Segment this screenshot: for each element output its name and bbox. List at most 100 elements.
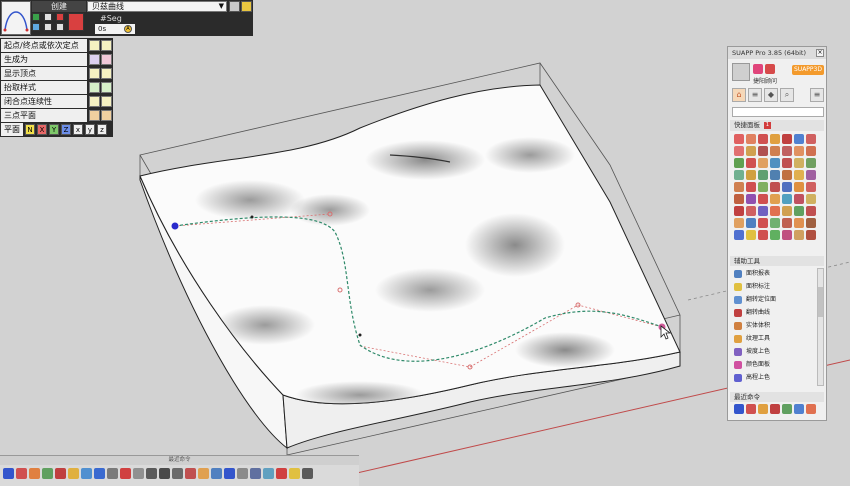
tool-icon[interactable]	[758, 404, 768, 414]
tool-icon[interactable]	[770, 206, 780, 216]
aux-scrollbar[interactable]	[817, 268, 824, 386]
tool-icon[interactable]	[806, 170, 816, 180]
layers-icon[interactable]: ≡	[748, 88, 762, 102]
tool-icon[interactable]	[734, 218, 744, 228]
mode-icon[interactable]	[32, 23, 40, 31]
aux-tools-header[interactable]: 辅助工具	[730, 256, 824, 266]
tool-icon[interactable]	[794, 146, 804, 156]
tool-icon[interactable]	[782, 194, 792, 204]
vip-button[interactable]: SUAPP3D	[792, 65, 824, 75]
tool-icon[interactable]	[758, 206, 768, 216]
tool-icon[interactable]	[734, 230, 744, 240]
tool-icon[interactable]	[746, 182, 756, 192]
tool-icon[interactable]	[746, 404, 756, 414]
tool-icon[interactable]	[770, 218, 780, 228]
tool-icon[interactable]	[198, 468, 209, 479]
plane-button-x-lower[interactable]: x	[73, 124, 83, 135]
tool-icon[interactable]	[734, 194, 744, 204]
tool-icon[interactable]	[794, 404, 804, 414]
option-row[interactable]: 闭合点连续性	[1, 95, 112, 108]
tool-icon[interactable]	[172, 468, 183, 479]
search-icon[interactable]: ⌕	[780, 88, 794, 102]
tool-icon[interactable]	[746, 206, 756, 216]
aux-item[interactable]: 纹理工具	[732, 333, 816, 345]
recent-commands-header[interactable]: 最近命令	[730, 392, 824, 402]
tool-icon[interactable]	[146, 468, 157, 479]
tool-icon[interactable]	[806, 134, 816, 144]
continuity-icon[interactable]	[101, 96, 112, 107]
tool-icon[interactable]	[782, 206, 792, 216]
mode-icon[interactable]	[56, 23, 64, 31]
tool-icon[interactable]	[746, 146, 756, 156]
option-row[interactable]: 抬取样式	[1, 81, 112, 94]
user-badge-icon[interactable]	[765, 64, 775, 74]
plane-button-n[interactable]: N	[25, 124, 35, 135]
aux-item[interactable]: 翻转定位面	[732, 294, 816, 306]
aux-item[interactable]: 面积报表	[732, 268, 816, 280]
tool-icon[interactable]	[770, 134, 780, 144]
aux-item[interactable]: 颜色面板	[732, 359, 816, 371]
tool-icon[interactable]	[770, 230, 780, 240]
bezier-curve-icon[interactable]	[1, 1, 31, 35]
mode-icon[interactable]	[44, 23, 52, 31]
tool-icon[interactable]	[159, 468, 170, 479]
tool-icon[interactable]	[237, 468, 248, 479]
tool-icon[interactable]	[782, 146, 792, 156]
tool-icon[interactable]	[29, 468, 40, 479]
tool-icon[interactable]	[770, 158, 780, 168]
settings-icon[interactable]	[229, 1, 240, 12]
tool-icon[interactable]	[302, 468, 313, 479]
tool-icon[interactable]	[770, 194, 780, 204]
tool-icon[interactable]	[734, 134, 744, 144]
tool-icon[interactable]	[806, 218, 816, 228]
seg-badge[interactable]: A	[124, 25, 132, 33]
tool-icon[interactable]	[16, 468, 27, 479]
tool-icon[interactable]	[289, 468, 300, 479]
curve-type-select[interactable]: 贝兹曲线 ▼	[87, 1, 227, 12]
search-input[interactable]	[732, 107, 824, 117]
tool-icon[interactable]	[782, 182, 792, 192]
tool-icon[interactable]	[806, 158, 816, 168]
tool-icon[interactable]	[81, 468, 92, 479]
tool-icon[interactable]	[734, 146, 744, 156]
vertex-icon[interactable]	[89, 68, 100, 79]
home-icon[interactable]: ⌂	[732, 88, 746, 102]
paint-icon[interactable]: ◆	[764, 88, 778, 102]
tool-icon[interactable]	[782, 134, 792, 144]
tool-icon[interactable]	[806, 230, 816, 240]
aux-item[interactable]: 高程上色	[732, 372, 816, 384]
tool-icon[interactable]	[770, 170, 780, 180]
continuity-icon[interactable]	[89, 96, 100, 107]
bezier-icon[interactable]	[734, 404, 744, 414]
create-tab[interactable]: 创建	[32, 1, 86, 12]
tool-icon[interactable]	[782, 170, 792, 180]
tool-icon[interactable]	[185, 468, 196, 479]
tool-icon[interactable]	[794, 218, 804, 228]
tool-icon[interactable]	[782, 230, 792, 240]
pick-style-icon[interactable]	[101, 82, 112, 93]
tool-icon[interactable]	[107, 468, 118, 479]
tool-icon[interactable]	[68, 468, 79, 479]
tool-icon[interactable]	[770, 146, 780, 156]
tool-icon[interactable]	[758, 218, 768, 228]
tool-icon[interactable]	[746, 170, 756, 180]
close-icon[interactable]: ×	[816, 49, 824, 57]
plane-button-z[interactable]: Z	[61, 124, 71, 135]
tool-icon[interactable]	[794, 134, 804, 144]
tool-icon[interactable]	[794, 230, 804, 240]
tool-icon[interactable]	[224, 468, 235, 479]
plane-button-y-lower[interactable]: y	[85, 124, 95, 135]
tool-icon[interactable]	[250, 468, 261, 479]
mode-icon[interactable]	[44, 13, 52, 21]
tool-icon[interactable]	[758, 230, 768, 240]
tool-icon[interactable]	[806, 404, 816, 414]
tool-icon[interactable]	[794, 206, 804, 216]
tool-icon[interactable]	[734, 158, 744, 168]
avatar[interactable]	[732, 63, 750, 81]
bezier-icon[interactable]	[3, 468, 14, 479]
tool-icon[interactable]	[55, 468, 66, 479]
vertex-icon[interactable]	[101, 68, 112, 79]
user-badge-icon[interactable]	[753, 64, 763, 74]
mode-icon[interactable]	[32, 13, 40, 21]
tool-icon[interactable]	[42, 468, 53, 479]
